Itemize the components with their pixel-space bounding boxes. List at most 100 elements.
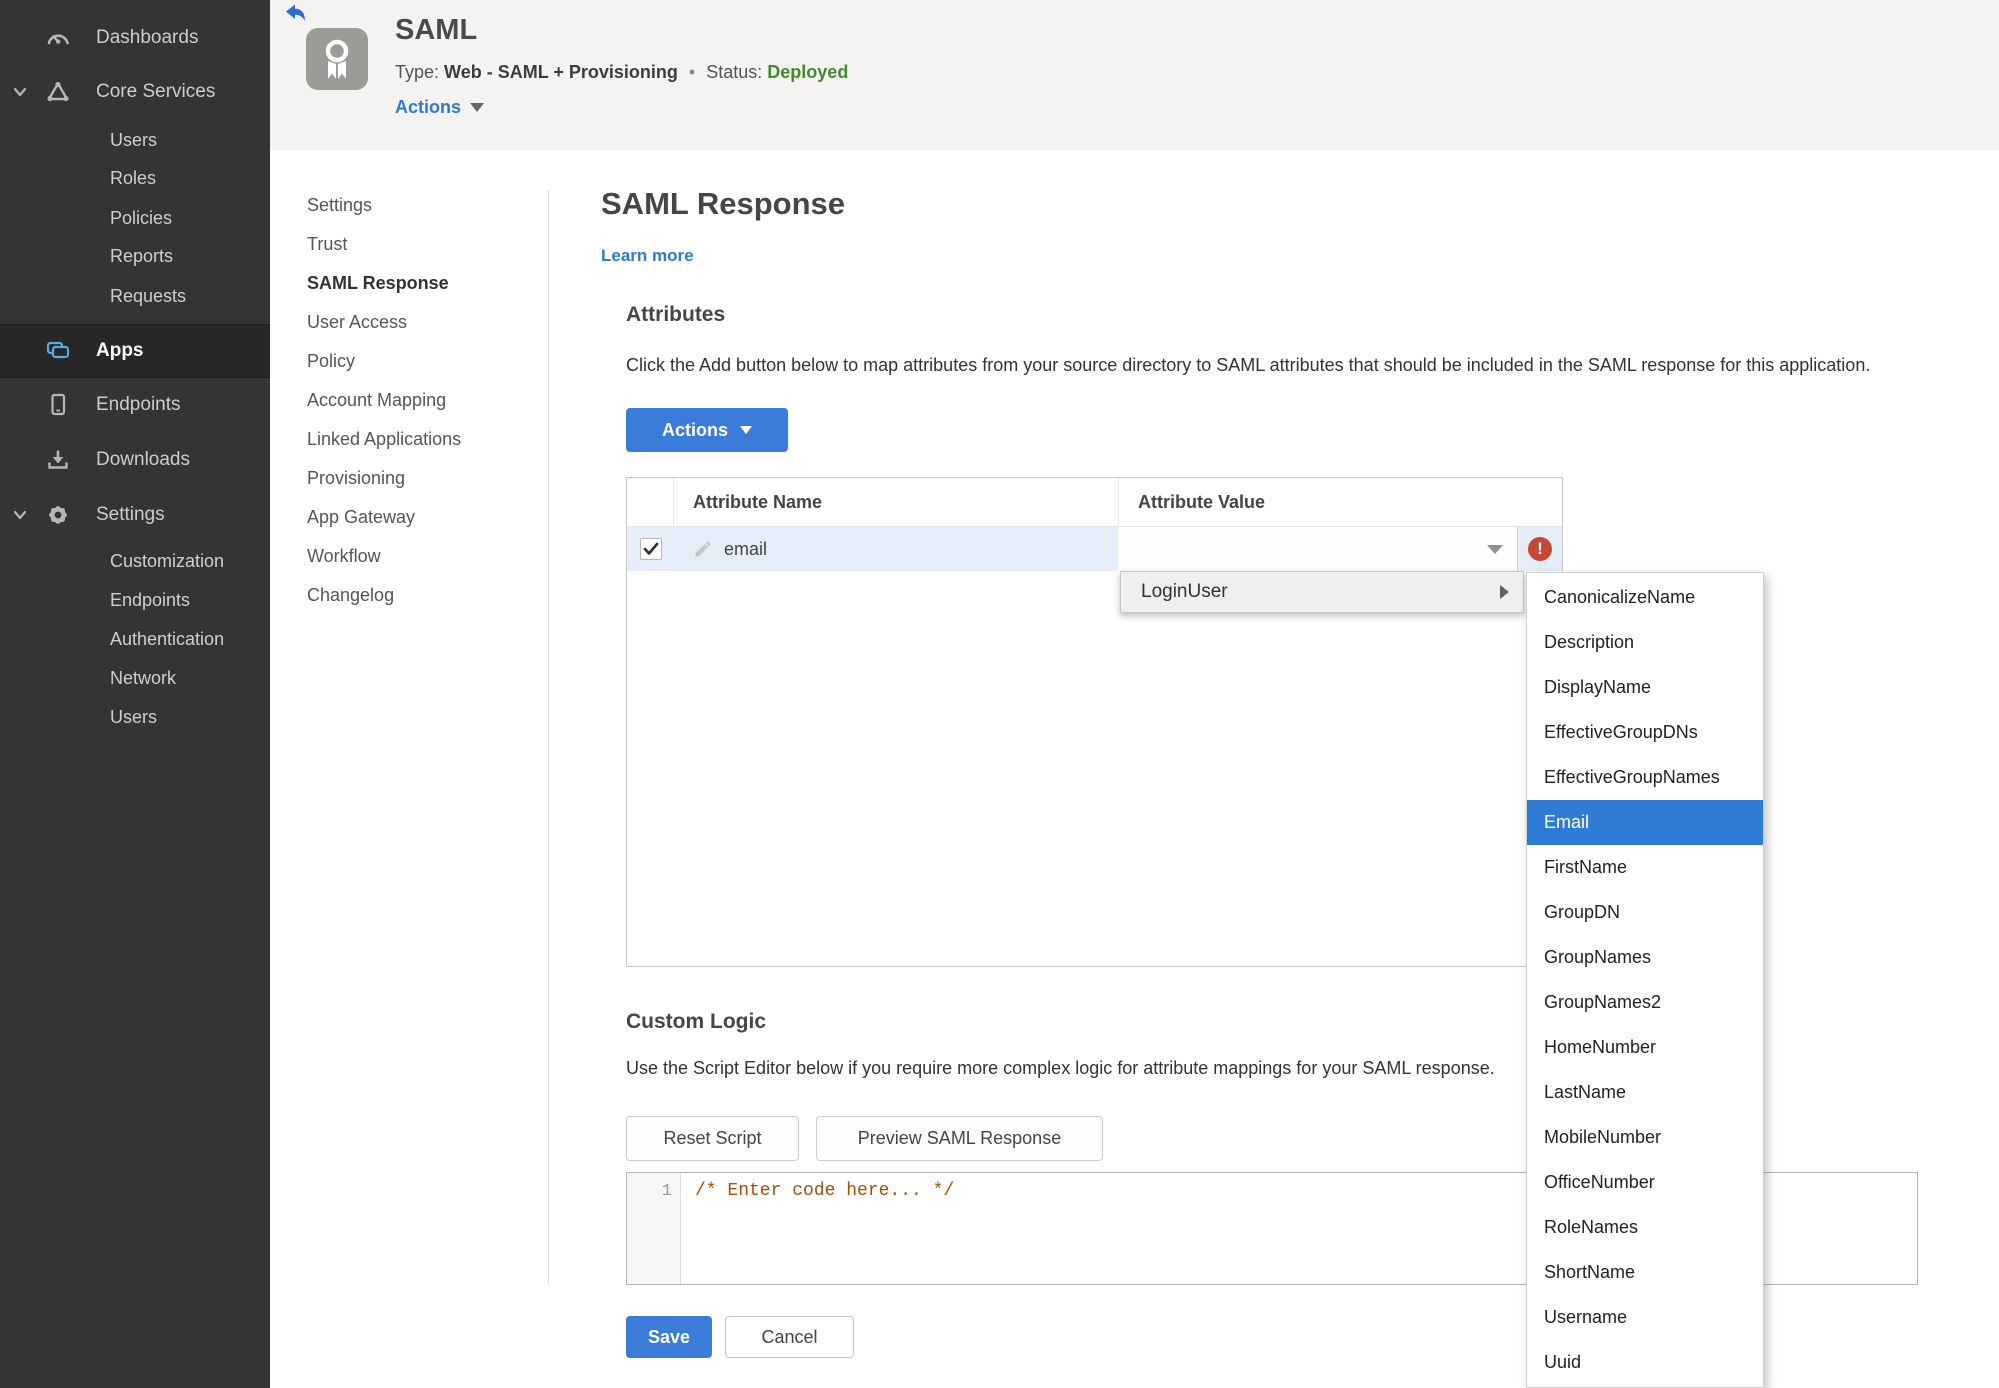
attribute-value-header: Attribute Value: [1118, 478, 1562, 526]
table-row[interactable]: email !: [627, 527, 1562, 571]
sidebar: Dashboards Core Services Users Roles Pol…: [0, 0, 270, 1388]
app-root: Dashboards Core Services Users Roles Pol…: [0, 0, 1999, 1388]
sidebar-item-authentication[interactable]: Authentication: [110, 621, 224, 657]
tab-saml-response[interactable]: SAML Response: [307, 264, 449, 303]
submenu-item-email[interactable]: Email: [1527, 800, 1763, 845]
sidebar-item-settings-users[interactable]: Users: [110, 699, 157, 735]
header-actions-dropdown[interactable]: Actions: [395, 97, 485, 118]
submenu-item-groupdn[interactable]: GroupDN: [1527, 890, 1763, 935]
submenu-item-uuid[interactable]: Uuid: [1527, 1340, 1763, 1385]
submenu-item-rolenames[interactable]: RoleNames: [1527, 1205, 1763, 1250]
sidebar-subitem-label: Authentication: [110, 628, 225, 649]
loginuser-submenu: CanonicalizeName Description DisplayName…: [1526, 572, 1764, 1388]
submenu-item-username[interactable]: Username: [1527, 1295, 1763, 1340]
chevron-down-icon: [740, 426, 752, 434]
learn-more-link[interactable]: Learn more: [601, 246, 694, 266]
sidebar-item-downloads[interactable]: Downloads: [0, 438, 270, 482]
subnav-label: SAML Response: [307, 273, 449, 293]
sidebar-item-settings[interactable]: Settings: [0, 493, 270, 537]
saml-app-icon: [306, 28, 368, 90]
meta-separator: •: [688, 62, 696, 82]
sidebar-item-label: Apps: [96, 340, 144, 361]
actions-button-label: Actions: [661, 419, 728, 440]
sidebar-item-users[interactable]: Users: [110, 122, 157, 158]
preview-saml-response-button[interactable]: Preview SAML Response: [816, 1116, 1103, 1161]
subnav-label: Changelog: [307, 585, 395, 605]
tab-policy[interactable]: Policy: [307, 342, 355, 381]
type-label: Type:: [395, 62, 440, 82]
sidebar-item-requests[interactable]: Requests: [110, 278, 186, 314]
submenu-arrow-icon: [1500, 585, 1509, 599]
download-icon: [44, 446, 72, 474]
submenu-item-effectivegroupdns[interactable]: EffectiveGroupDNs: [1527, 710, 1763, 755]
subnav-label: Workflow: [307, 546, 381, 566]
tab-linked-applications[interactable]: Linked Applications: [307, 420, 461, 459]
submenu-item-lastname[interactable]: LastName: [1527, 1070, 1763, 1115]
tab-account-mapping[interactable]: Account Mapping: [307, 381, 446, 420]
sidebar-item-policies[interactable]: Policies: [110, 200, 172, 236]
tab-user-access[interactable]: User Access: [307, 303, 407, 342]
sidebar-item-customization[interactable]: Customization: [110, 543, 224, 579]
preview-saml-response-label: Preview SAML Response: [857, 1128, 1062, 1148]
tab-settings[interactable]: Settings: [307, 186, 372, 225]
submenu-item-groupnames[interactable]: GroupNames: [1527, 935, 1763, 980]
type-value: Web - SAML + Provisioning: [444, 62, 678, 82]
sidebar-item-reports[interactable]: Reports: [110, 238, 173, 274]
menu-item-label: LoginUser: [1141, 581, 1228, 602]
sidebar-item-apps[interactable]: Apps: [0, 324, 270, 378]
sidebar-item-label: Core Services: [96, 81, 216, 102]
subnav-label: Trust: [307, 234, 348, 254]
submenu-item-officenumber[interactable]: OfficeNumber: [1527, 1160, 1763, 1205]
header-actions-label: Actions: [395, 97, 462, 117]
subnav-label: Settings: [307, 195, 373, 215]
submenu-item-canonicalizename[interactable]: CanonicalizeName: [1527, 575, 1763, 620]
submenu-item-displayname[interactable]: DisplayName: [1527, 665, 1763, 710]
attributes-description: Click the Add button below to map attrib…: [626, 355, 1871, 375]
sidebar-subitem-label: Users: [110, 706, 158, 727]
sidebar-item-label: Endpoints: [96, 394, 181, 415]
subnav-label: App Gateway: [307, 507, 416, 527]
tab-app-gateway[interactable]: App Gateway: [307, 498, 415, 537]
submenu-item-shortname[interactable]: ShortName: [1527, 1250, 1763, 1295]
submenu-item-mobilenumber[interactable]: MobileNumber: [1527, 1115, 1763, 1160]
sidebar-item-endpoints[interactable]: Endpoints: [0, 383, 270, 427]
sidebar-item-network[interactable]: Network: [110, 660, 176, 696]
subnav-label: Provisioning: [307, 468, 406, 488]
chevron-down-icon[interactable]: [12, 84, 28, 100]
apps-icon: [44, 337, 72, 365]
edit-pencil-icon[interactable]: [693, 539, 713, 559]
attributes-actions-button[interactable]: Actions: [626, 408, 788, 452]
attributes-table-header: Attribute Name Attribute Value: [627, 478, 1562, 527]
submenu-item-description[interactable]: Description: [1527, 620, 1763, 665]
sidebar-item-roles[interactable]: Roles: [110, 160, 156, 196]
sidebar-item-dashboards[interactable]: Dashboards: [0, 16, 270, 60]
app-header: SAML Type: Web - SAML + Provisioning • S…: [270, 0, 1999, 150]
attribute-value-menu-loginuser[interactable]: LoginUser: [1120, 571, 1524, 613]
select-column-header: [627, 478, 674, 526]
combobox-caret-icon[interactable]: [1487, 544, 1503, 554]
status-badge: Deployed: [767, 62, 849, 82]
submenu-item-homenumber[interactable]: HomeNumber: [1527, 1025, 1763, 1070]
tab-provisioning[interactable]: Provisioning: [307, 459, 405, 498]
submenu-item-firstname[interactable]: FirstName: [1527, 845, 1763, 890]
sidebar-item-core-services[interactable]: Core Services: [0, 70, 270, 114]
tab-workflow[interactable]: Workflow: [307, 537, 381, 576]
row-select-cell: [627, 527, 674, 571]
custom-logic-description: Use the Script Editor below if you requi…: [626, 1058, 1495, 1078]
row-checkbox[interactable]: [639, 538, 662, 560]
sidebar-subitem-label: Roles: [110, 167, 157, 188]
save-button[interactable]: Save: [626, 1316, 712, 1358]
subnav-label: Policy: [307, 351, 356, 371]
save-button-label: Save: [647, 1326, 691, 1347]
page-title: SAML Response: [601, 186, 846, 221]
submenu-item-groupnames2[interactable]: GroupNames2: [1527, 980, 1763, 1025]
tab-changelog[interactable]: Changelog: [307, 576, 394, 615]
reset-script-button[interactable]: Reset Script: [626, 1116, 799, 1161]
submenu-item-effectivegroupnames[interactable]: EffectiveGroupNames: [1527, 755, 1763, 800]
cancel-button[interactable]: Cancel: [725, 1316, 854, 1358]
chevron-down-icon[interactable]: [12, 507, 28, 523]
sidebar-item-settings-endpoints[interactable]: Endpoints: [110, 582, 190, 618]
back-icon[interactable]: [283, 3, 309, 25]
tab-trust[interactable]: Trust: [307, 225, 347, 264]
attribute-value-combobox[interactable]: [1118, 527, 1518, 571]
